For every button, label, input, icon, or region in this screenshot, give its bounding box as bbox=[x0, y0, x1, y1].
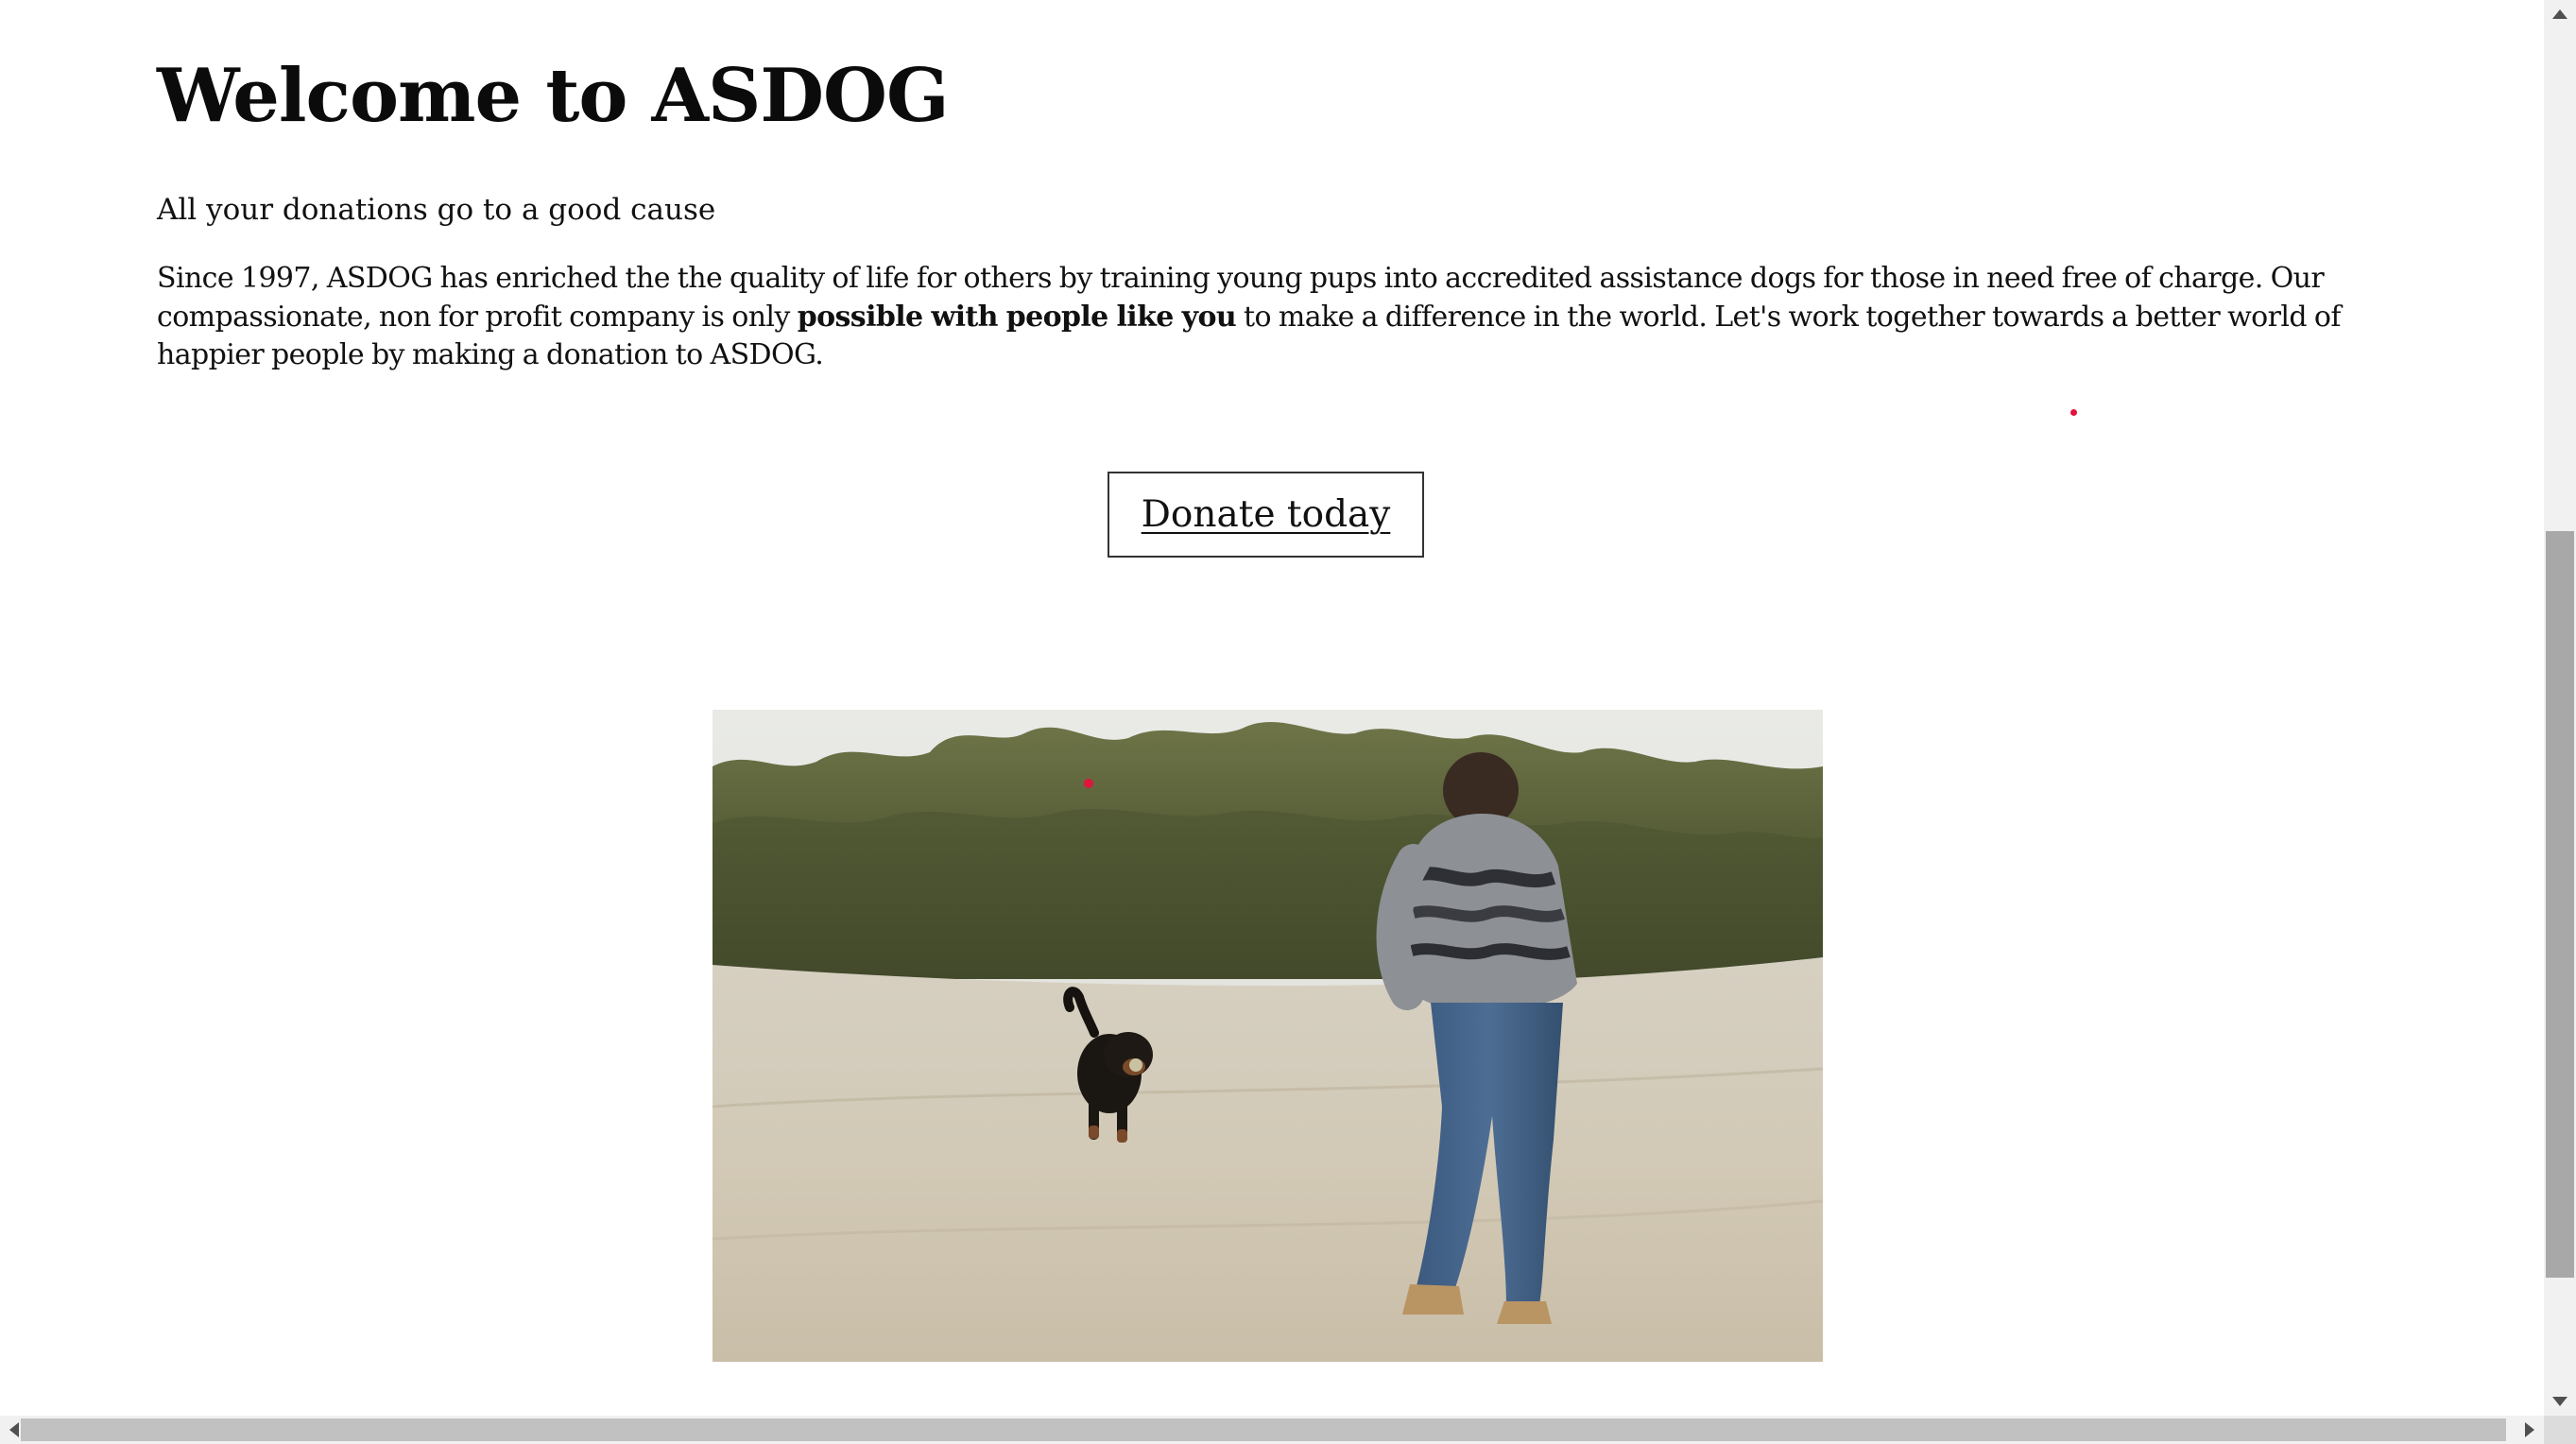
intro-paragraph: Since 1997, ASDOG has enriched the the q… bbox=[157, 260, 2368, 375]
horizontal-scroll-thumb[interactable] bbox=[21, 1418, 2506, 1441]
page-viewport: Welcome to ASDOG All your donations go t… bbox=[0, 0, 2544, 1416]
vertical-scroll-thumb[interactable] bbox=[2546, 531, 2574, 1278]
red-dot-marker bbox=[2070, 409, 2077, 416]
vertical-scrollbar[interactable] bbox=[2544, 0, 2576, 1416]
scroll-up-icon[interactable] bbox=[2544, 0, 2576, 28]
donate-button[interactable]: Donate today bbox=[1108, 472, 1424, 558]
dog-field-photo bbox=[713, 710, 1823, 1362]
scroll-down-icon[interactable] bbox=[2544, 1387, 2576, 1416]
intro-text-bold: possible with people like you bbox=[797, 300, 1237, 334]
scroll-right-icon[interactable] bbox=[2516, 1416, 2544, 1444]
page-title: Welcome to ASDOG bbox=[157, 53, 950, 139]
horizontal-scrollbar[interactable] bbox=[0, 1416, 2544, 1444]
scrollbar-corner bbox=[2544, 1416, 2576, 1444]
tagline: All your donations go to a good cause bbox=[157, 193, 716, 227]
